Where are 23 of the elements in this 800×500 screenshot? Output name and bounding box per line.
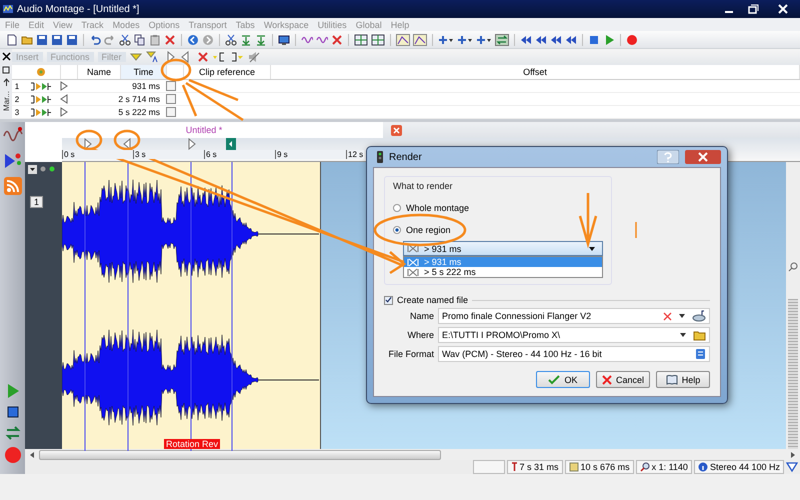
status-field: 7 s 31 ms bbox=[506, 460, 563, 474]
ruler-label: 3 s bbox=[133, 150, 204, 159]
ruler-label: 9 s bbox=[275, 150, 346, 159]
time-cell-text: 931 ms bbox=[131, 81, 161, 91]
status-field: x 1: 1140 bbox=[636, 460, 692, 474]
row-number: 3 bbox=[14, 108, 20, 116]
time-cell-text: 5 s 222 ms bbox=[118, 107, 161, 117]
ruler-label: 6 s bbox=[204, 150, 275, 159]
dialog-title: Render bbox=[389, 152, 422, 162]
window-title: Audio Montage - [Untitled *] bbox=[17, 4, 140, 14]
status-field: 10 s 676 ms bbox=[564, 460, 634, 474]
field-label: Name bbox=[408, 311, 435, 321]
group-title: What to render bbox=[393, 181, 454, 191]
panel-side-label: Mar... bbox=[2, 91, 10, 112]
region-label: Rotation Rev bbox=[164, 439, 220, 450]
status-field: Stereo 44 100 Hz bbox=[694, 460, 784, 474]
field-label: File Format bbox=[387, 349, 435, 359]
row-number: 2 bbox=[14, 94, 20, 104]
ruler-label: 12 s bbox=[346, 150, 364, 159]
ruler-label: 0 s bbox=[62, 150, 133, 159]
field-label: Where bbox=[406, 330, 435, 340]
time-cell-text: 2 s 714 ms bbox=[118, 94, 161, 104]
row-number: 1 bbox=[14, 82, 20, 90]
